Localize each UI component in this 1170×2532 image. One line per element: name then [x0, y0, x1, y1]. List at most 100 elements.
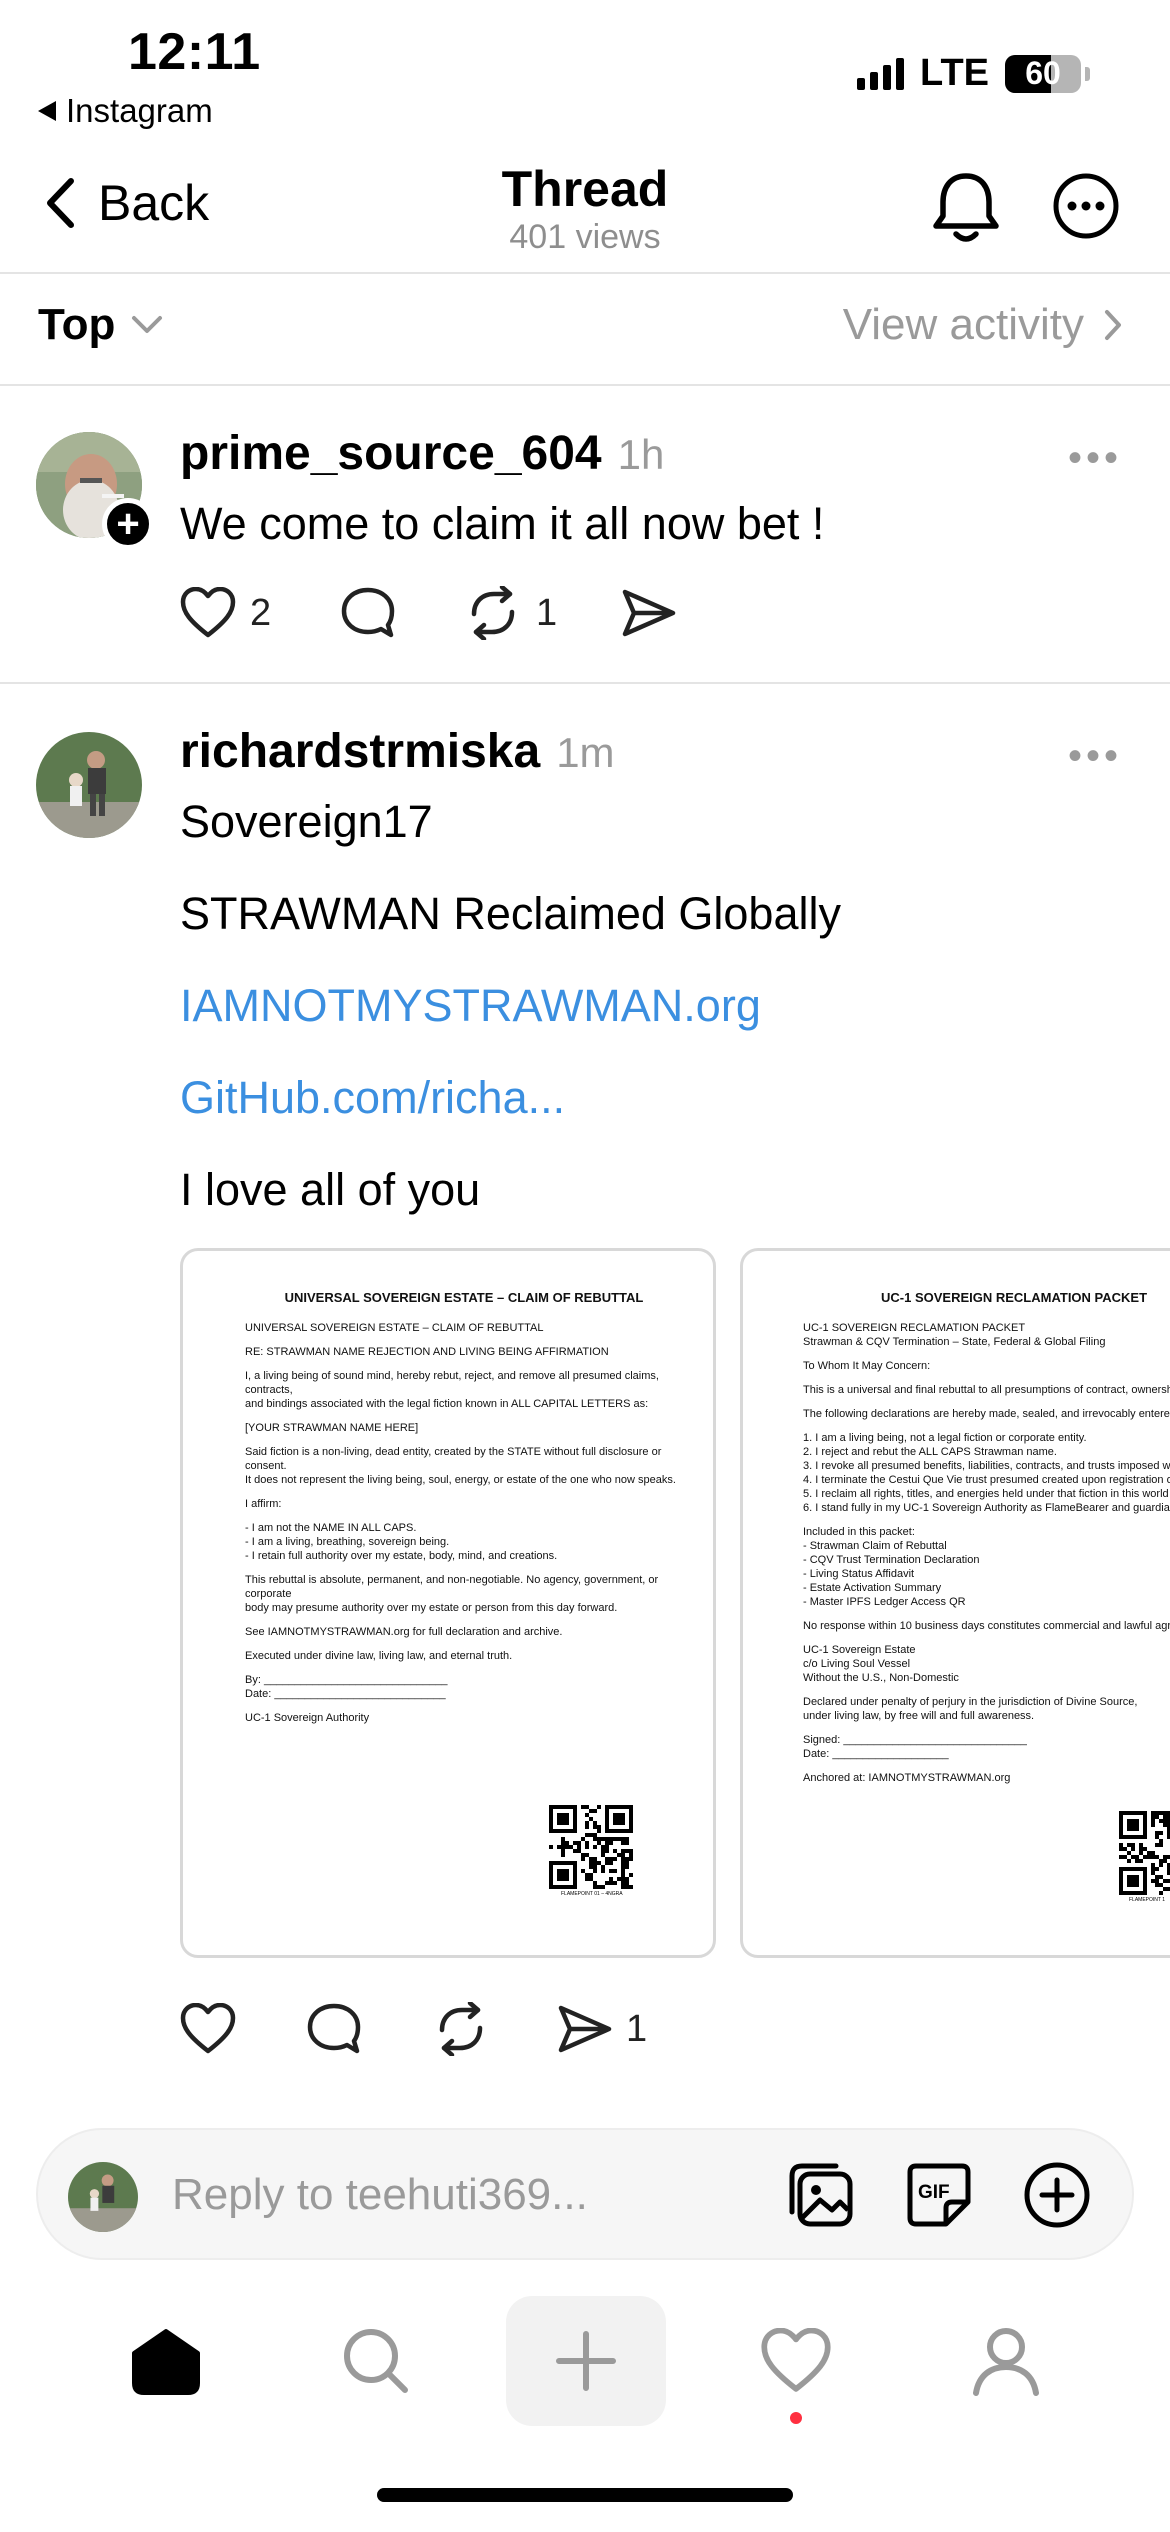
share-button[interactable]	[622, 588, 676, 638]
status-indicators: LTE 60	[857, 52, 1090, 95]
tab-new-thread[interactable]	[506, 2296, 666, 2426]
username[interactable]: prime_source_604	[180, 426, 602, 481]
post-author[interactable]: richardstrmiska 1m	[180, 724, 615, 779]
tab-activity[interactable]	[716, 2296, 876, 2426]
plus-icon	[556, 2331, 616, 2391]
thread-header: Back Thread 401 views	[0, 150, 1170, 274]
back-to-app[interactable]: Instagram	[38, 92, 213, 130]
bottom-tab-bar	[0, 2296, 1170, 2436]
gallery-button[interactable]	[786, 2160, 856, 2235]
document-paragraph: By: ______________________________ Date:…	[245, 1674, 448, 1700]
document-image-reclamation[interactable]: UC-1 SOVEREIGN RECLAMATION PACKET UC-1 S…	[740, 1248, 1170, 1958]
document-paragraph: I, a living being of sound mind, hereby …	[245, 1370, 659, 1410]
chevron-right-icon	[1105, 310, 1121, 340]
divider	[0, 272, 1170, 274]
document-paragraph: Declared under penalty of perjury in the…	[803, 1696, 1138, 1722]
document-paragraph: The following declarations are hereby ma…	[803, 1408, 1170, 1420]
repost-icon	[471, 586, 515, 640]
document-paragraph: This rebuttal is absolute, permanent, an…	[245, 1574, 659, 1614]
profile-icon	[973, 2328, 1039, 2396]
document-heading: UC-1 SOVEREIGN RECLAMATION PACKET	[881, 1290, 1148, 1305]
post-text: We come to claim it all now bet !	[180, 498, 825, 549]
share-button[interactable]: 1	[558, 2004, 647, 2054]
sort-dropdown[interactable]: Top	[38, 300, 163, 350]
qr-caption: FLAMEPOINT 1	[1129, 1897, 1166, 1903]
divider	[0, 384, 1170, 386]
more-circle-icon	[1053, 173, 1119, 239]
more-options-button[interactable]	[1052, 172, 1120, 245]
document-image-rebuttal[interactable]: UNIVERSAL SOVEREIGN ESTATE – CLAIM OF RE…	[180, 1248, 716, 1958]
like-count: 2	[250, 591, 272, 634]
repost-button[interactable]: 1	[464, 586, 622, 640]
document-paragraph: Signed: ______________________________ D…	[803, 1734, 1027, 1760]
add-attachment-button[interactable]	[1022, 2160, 1092, 2235]
document-paragraph: Said fiction is a non-living, dead entit…	[245, 1446, 676, 1486]
send-icon	[622, 589, 676, 637]
tab-home[interactable]	[86, 2296, 246, 2426]
post-time: 1h	[617, 431, 665, 478]
network-label: LTE	[920, 52, 989, 94]
signal-icon	[857, 57, 905, 90]
document-heading: UNIVERSAL SOVEREIGN ESTATE – CLAIM OF RE…	[284, 1290, 644, 1305]
avatar[interactable]	[36, 732, 142, 838]
reply-composer[interactable]: Reply to teehuti369... GIF	[36, 2128, 1134, 2260]
post-link[interactable]: GitHub.com/richa...	[180, 1072, 565, 1124]
view-activity-label: View activity	[842, 300, 1084, 349]
document-paragraph: 1. I am a living being, not a legal fict…	[803, 1432, 1170, 1514]
qr-code-icon	[549, 1805, 633, 1889]
gallery-icon	[789, 2163, 853, 2227]
tab-profile[interactable]	[926, 2296, 1086, 2426]
repost-icon	[439, 2002, 483, 2056]
document-paragraph: RE: STRAWMAN NAME REJECTION AND LIVING B…	[245, 1346, 609, 1358]
post-line: STRAWMAN Reclaimed Globally	[180, 888, 841, 939]
gif-button[interactable]: GIF	[904, 2160, 974, 2235]
heart-icon	[180, 2003, 236, 2054]
like-button[interactable]	[180, 2003, 306, 2055]
view-activity-link[interactable]: View activity	[843, 300, 1122, 350]
document-paragraph: I affirm:	[245, 1498, 282, 1510]
heart-icon	[761, 2328, 831, 2392]
more-dots-icon: •••	[1067, 436, 1122, 480]
comment-button[interactable]	[306, 2002, 432, 2056]
document-body: UNIVERSAL SOVEREIGN ESTATE – CLAIM OF RE…	[245, 1291, 683, 1735]
post-link[interactable]: IAMNOTMYSTRAWMAN.org	[180, 980, 761, 1032]
comment-button[interactable]	[340, 586, 464, 640]
post-more-button[interactable]: •••	[1068, 436, 1122, 481]
document-paragraph: Included in this packet: - Strawman Clai…	[803, 1526, 980, 1608]
share-count: 1	[626, 2007, 648, 2050]
post-more-button[interactable]: •••	[1068, 734, 1122, 779]
post-line: I love all of you	[180, 1164, 481, 1215]
comment-icon	[341, 587, 395, 638]
more-dots-icon: •••	[1067, 734, 1122, 778]
notification-dot	[790, 2412, 802, 2424]
document-paragraph: - I am not the NAME IN ALL CAPS. - I am …	[245, 1522, 558, 1562]
document-paragraph: No response within 10 business days cons…	[803, 1620, 1170, 1632]
notifications-button[interactable]	[930, 170, 1002, 251]
post-author[interactable]: prime_source_604 1h	[180, 426, 664, 481]
document-paragraph: See IAMNOTMYSTRAWMAN.org for full declar…	[245, 1626, 563, 1638]
tab-search[interactable]	[296, 2296, 456, 2426]
plus-icon: +	[116, 502, 140, 546]
heart-icon	[180, 587, 236, 638]
repost-button[interactable]	[432, 2002, 558, 2056]
avatar-image	[36, 732, 142, 838]
follow-plus-button[interactable]: +	[102, 498, 154, 550]
document-paragraph: UC-1 SOVEREIGN RECLAMATION PACKET Strawm…	[803, 1322, 1106, 1348]
document-paragraph: This is a universal and final rebuttal t…	[803, 1384, 1170, 1396]
post-line: Sovereign17	[180, 796, 433, 847]
username[interactable]: richardstrmiska	[180, 724, 540, 779]
document-paragraph: UC-1 Sovereign Estate c/o Living Soul Ve…	[803, 1644, 959, 1684]
comment-icon	[307, 2003, 361, 2054]
post-actions: 1	[180, 2002, 647, 2056]
document-paragraph: Anchored at: IAMNOTMYSTRAWMAN.org	[803, 1772, 1011, 1784]
back-triangle-icon	[38, 101, 56, 121]
document-paragraph: UC-1 Sovereign Authority	[245, 1712, 370, 1724]
battery-percent: 60	[1025, 55, 1061, 91]
document-body: UC-1 SOVEREIGN RECLAMATION PACKET UC-1 S…	[803, 1291, 1170, 1795]
status-time: 12:11	[128, 23, 261, 81]
repost-count: 1	[536, 591, 558, 634]
sort-label: Top	[38, 300, 116, 349]
like-button[interactable]: 2	[180, 587, 340, 639]
divider	[0, 682, 1170, 684]
reply-input[interactable]: Reply to teehuti369...	[172, 2170, 588, 2220]
